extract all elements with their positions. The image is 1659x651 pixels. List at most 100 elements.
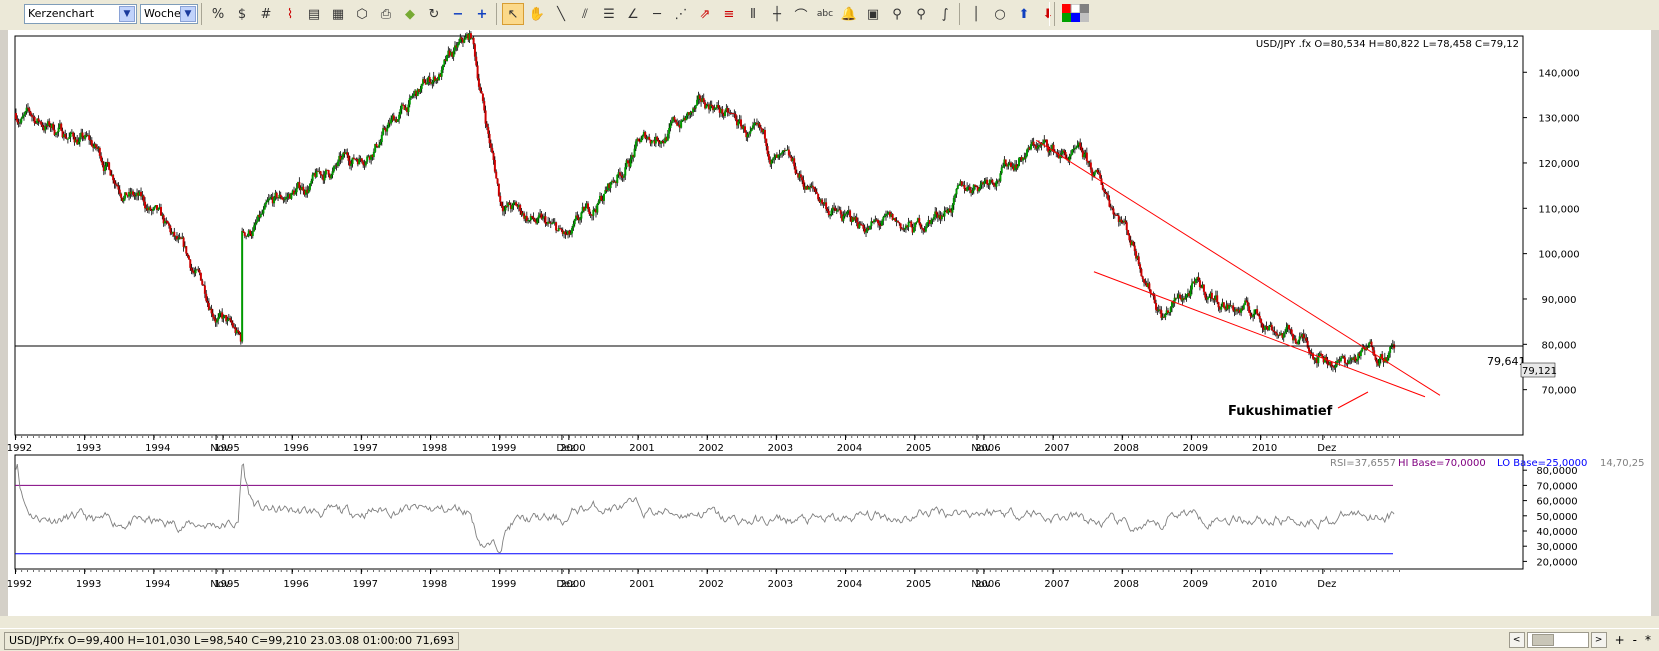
candle-down [1202,284,1205,292]
zoom-in-button[interactable]: + [1615,633,1625,647]
candle-down [28,108,31,112]
candle-down [765,138,768,147]
candle-up [1387,352,1390,359]
time-label: 2009 [1183,443,1208,454]
candle-up [290,193,293,199]
candle-up [988,180,991,185]
candle-down [481,93,484,102]
candle-down [101,160,104,166]
candle-up [869,225,872,230]
candle-up [569,233,572,235]
candle-up [1208,296,1211,298]
candle-down [499,195,502,202]
candle-up [954,194,957,198]
candle-down [327,170,330,175]
candle-down [199,272,202,281]
chart-canvas[interactable]: 70,000 80,000 90,000 100,000 110,000 120,000 1… [0,0,1659,650]
price-axis: 70,000 80,000 90,000 100,000 110,000 120,000 1… [1523,68,1580,397]
candle-up [1075,147,1078,149]
candle-up [246,235,249,237]
candle-up [1386,358,1389,362]
candle-up [930,220,933,224]
price-tick-label: 80,000 [1542,340,1577,351]
candle-up [315,170,318,178]
candle-down [817,193,820,200]
candle-up [241,230,244,342]
scroll-thumb[interactable] [1531,634,1554,646]
candle-down [1032,141,1035,145]
candle-up [536,218,539,224]
candle-down [1064,151,1067,158]
candle-up [1349,359,1352,361]
candle-down [588,208,591,214]
candle-up [1000,167,1003,174]
time-label: 2003 [768,579,793,590]
candle-down [479,86,482,92]
candle-up [463,39,466,43]
candle-down [555,222,558,231]
candle-up [122,198,125,202]
candle-up [222,316,225,319]
candle-down [500,201,503,206]
fit-button[interactable]: * [1645,633,1651,647]
candle-down [1140,268,1143,277]
candle-up [332,166,335,172]
candle-down [229,318,232,321]
candle-down [362,161,365,165]
candle-down [1248,306,1251,313]
candle-up [262,209,265,214]
candle-up [1189,289,1192,297]
rsi-tick-label: 40,0000 [1536,527,1577,538]
candle-up [624,167,627,176]
candle-down [1371,347,1374,351]
scroll-track[interactable] [1526,632,1589,648]
candle-up [865,231,868,233]
scroll-right-button[interactable]: > [1590,632,1607,648]
candle-down [112,174,115,181]
candle-down [37,118,40,122]
candle-down [1104,191,1107,193]
candle-down [118,189,121,194]
candle-up [398,114,401,120]
time-label: 2000 [560,579,585,590]
candle-down [787,149,790,156]
candle-down [48,121,51,126]
candle-up [1220,306,1223,310]
time-label: 2004 [837,579,862,590]
candle-down [169,225,172,233]
candle-up [616,174,619,184]
candle-down [656,136,659,140]
candle-up [378,144,381,148]
candle-down [203,285,206,294]
candle-up [634,141,637,149]
candle-up [830,210,833,216]
candle-down [1159,309,1162,311]
scroll-left-button[interactable]: < [1508,632,1525,648]
candle-up [924,226,927,232]
candle-down [1105,192,1108,195]
candle-up [903,228,906,230]
candle-down [237,330,240,332]
candle-up [714,108,717,109]
candle-down [1331,366,1334,368]
candle-up [364,161,367,166]
candle-down [1305,337,1308,341]
zoom-out-button[interactable]: - [1633,633,1637,647]
candle-up [781,151,784,154]
candle-down [1290,329,1293,334]
candle-up [251,231,254,237]
candle-down [108,162,111,170]
candle-down [65,137,68,139]
candle-up [747,133,750,135]
candle-down [935,211,938,215]
candle-down [698,95,701,99]
candle-down [839,210,842,215]
candle-down [1045,139,1048,146]
candle-down [41,124,44,128]
candle-down [794,166,797,174]
time-label: 2004 [837,443,862,454]
candle-down [922,228,925,231]
rsi-info-params: 14,70,25 [1600,458,1645,469]
candle-down [826,209,829,211]
candle-up [336,161,339,167]
